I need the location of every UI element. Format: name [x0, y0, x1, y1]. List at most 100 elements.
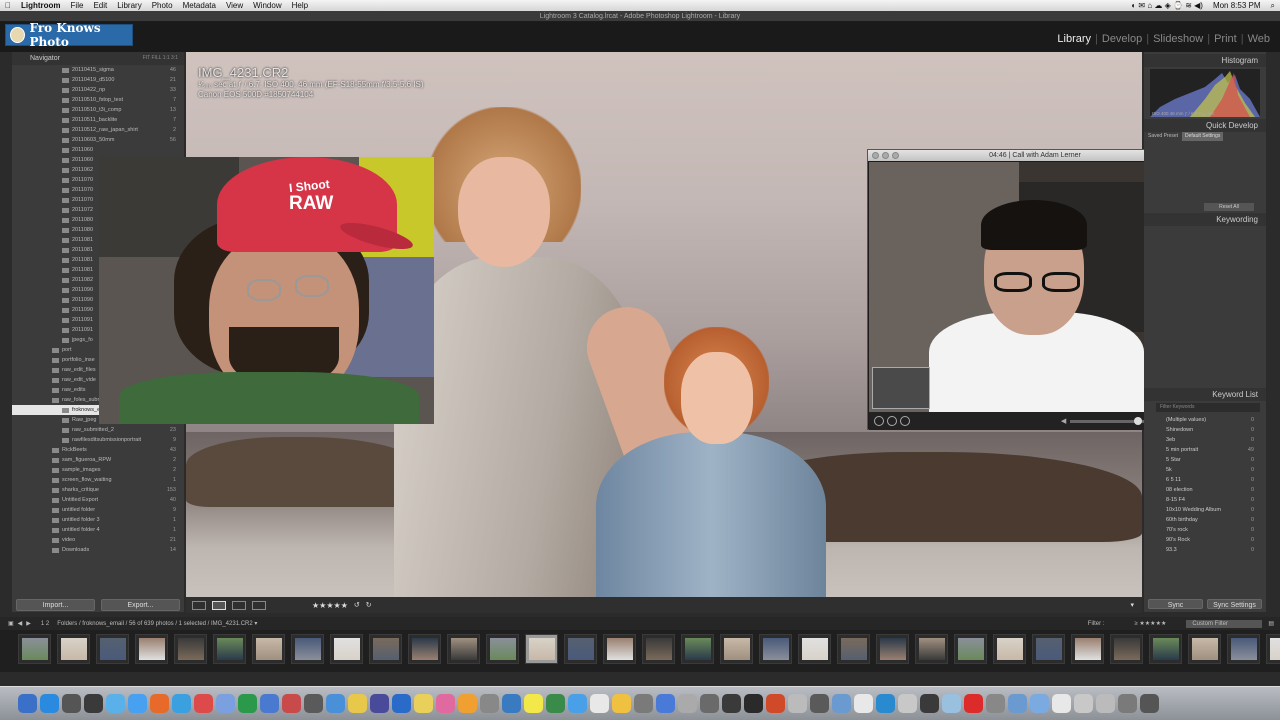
dock-app-icon[interactable]	[678, 694, 697, 713]
keyword-item[interactable]: 08 election 0	[1144, 485, 1266, 495]
folder-item[interactable]: sharks_critique 153	[12, 485, 184, 495]
folder-item[interactable]: 20110510_t3i_comp 13	[12, 105, 184, 115]
folder-item[interactable]: raw_submitted_2 23	[12, 425, 184, 435]
menu-file[interactable]: File	[66, 1, 89, 10]
module-develop[interactable]: Develop	[1102, 33, 1142, 45]
filmstrip-thumbnail[interactable]	[96, 634, 129, 664]
keyword-item[interactable]: 60th birthday 0	[1144, 515, 1266, 525]
dock-app-icon[interactable]	[920, 694, 939, 713]
back-icon[interactable]: ◀	[18, 620, 23, 627]
import-button[interactable]: Import...	[16, 599, 95, 611]
navigator-zoom-options[interactable]: FIT FILL 1:1 3:1	[143, 52, 184, 65]
filmstrip-thumbnail[interactable]	[408, 634, 441, 664]
rotate-right-icon[interactable]: ↻	[366, 601, 372, 609]
filmstrip-thumbnail[interactable]	[369, 634, 402, 664]
keyword-item[interactable]: 5 min portrait 49	[1144, 445, 1266, 455]
filmstrip-thumbnail[interactable]	[837, 634, 870, 664]
folder-item[interactable]: 20110510_fstop_test 7	[12, 95, 184, 105]
rotate-left-icon[interactable]: ↺	[354, 601, 360, 609]
dock-app-icon[interactable]	[370, 694, 389, 713]
folder-item[interactable]: screen_flow_waiting 1	[12, 475, 184, 485]
filmstrip-thumbnail[interactable]	[876, 634, 909, 664]
video-toggle-icon[interactable]	[900, 416, 910, 426]
dock-app-icon[interactable]	[898, 694, 917, 713]
filmstrip-thumbnail[interactable]	[1032, 634, 1065, 664]
dock-app-icon[interactable]	[106, 694, 125, 713]
menubar-clock[interactable]: Mon 8:53 PM	[1208, 1, 1266, 10]
keyword-list-header[interactable]: Keyword List	[1144, 388, 1266, 401]
dock-app-icon[interactable]	[172, 694, 191, 713]
dock-app-icon[interactable]	[612, 694, 631, 713]
menu-photo[interactable]: Photo	[147, 1, 178, 10]
forward-icon[interactable]: ▶	[26, 620, 31, 627]
filmstrip-thumbnail[interactable]	[57, 634, 90, 664]
loupe-view-icon[interactable]	[212, 600, 226, 610]
keyword-item[interactable]: 8-15 F4 0	[1144, 495, 1266, 505]
survey-view-icon[interactable]	[252, 600, 266, 610]
dock-app-icon[interactable]	[194, 694, 213, 713]
module-library[interactable]: Library	[1057, 33, 1091, 45]
module-print[interactable]: Print	[1214, 33, 1237, 45]
module-web[interactable]: Web	[1248, 33, 1270, 45]
dock-app-icon[interactable]	[1074, 694, 1093, 713]
keyword-item[interactable]: Shinedown 0	[1144, 425, 1266, 435]
dock-app-icon[interactable]	[1140, 694, 1159, 713]
dock-app-icon[interactable]	[40, 694, 59, 713]
menu-library[interactable]: Library	[112, 1, 146, 10]
dock-app-icon[interactable]	[216, 694, 235, 713]
app-menu[interactable]: Lightroom	[16, 1, 66, 10]
menu-view[interactable]: View	[221, 1, 248, 10]
folder-item[interactable]: 20110603_50mm 56	[12, 135, 184, 145]
filmstrip-thumbnail[interactable]	[954, 634, 987, 664]
dock-app-icon[interactable]	[700, 694, 719, 713]
identity-plate[interactable]: Fro Knows Photo	[5, 21, 133, 49]
folder-item[interactable]: 20110512_raw_japan_shirt 2	[12, 125, 184, 135]
folder-item[interactable]: video 21	[12, 535, 184, 545]
filmstrip-thumbnail[interactable]	[1071, 634, 1104, 664]
folder-item[interactable]: untitled folder 3 1	[12, 515, 184, 525]
dock-app-icon[interactable]	[810, 694, 829, 713]
toolbar-menu-icon[interactable]: ▾	[1130, 601, 1134, 609]
compare-view-icon[interactable]	[232, 600, 246, 610]
dock-app-icon[interactable]	[854, 694, 873, 713]
folder-item[interactable]: 20110419_d5100 21	[12, 75, 184, 85]
filmstrip-thumbnail[interactable]	[1266, 634, 1280, 664]
apple-menu-icon[interactable]: 	[0, 1, 16, 10]
dock-app-icon[interactable]	[238, 694, 257, 713]
dock-app-icon[interactable]	[832, 694, 851, 713]
dock-app-icon[interactable]	[986, 694, 1005, 713]
filmstrip-thumbnail[interactable]	[447, 634, 480, 664]
filmstrip-thumbnail[interactable]	[135, 634, 168, 664]
dock-app-icon[interactable]	[524, 694, 543, 713]
rating-stars[interactable]: ★★★★★	[312, 601, 348, 610]
keyword-item[interactable]: 10x10 Wedding Album 0	[1144, 505, 1266, 515]
close-icon[interactable]	[872, 152, 879, 159]
folder-item[interactable]: Downloads 14	[12, 545, 184, 555]
dock-app-icon[interactable]	[436, 694, 455, 713]
dock-app-icon[interactable]	[1052, 694, 1071, 713]
module-slideshow[interactable]: Slideshow	[1153, 33, 1203, 45]
filmstrip-thumbnail[interactable]	[993, 634, 1026, 664]
folder-item[interactable]: untitled folder 4 1	[12, 525, 184, 535]
filmstrip-thumbnail[interactable]	[174, 634, 207, 664]
dock-app-icon[interactable]	[1008, 694, 1027, 713]
filmstrip-thumbnail[interactable]	[642, 634, 675, 664]
sync-settings-button[interactable]: Sync Settings	[1207, 599, 1262, 609]
filmstrip-thumbnail[interactable]	[330, 634, 363, 664]
menu-window[interactable]: Window	[248, 1, 286, 10]
mute-icon[interactable]	[887, 416, 897, 426]
filmstrip-thumbnail[interactable]	[1188, 634, 1221, 664]
filmstrip-thumbnail[interactable]	[486, 634, 519, 664]
dock-app-icon[interactable]	[568, 694, 587, 713]
dock-app-icon[interactable]	[150, 694, 169, 713]
zoom-icon[interactable]	[892, 152, 899, 159]
filmstrip-thumbnail[interactable]	[213, 634, 246, 664]
saved-preset-select[interactable]: Default Settings	[1182, 132, 1224, 141]
filmstrip-thumbnail[interactable]	[564, 634, 597, 664]
dock-app-icon[interactable]	[964, 694, 983, 713]
dock-app-icon[interactable]	[392, 694, 411, 713]
navigator-header[interactable]: Navigator FIT FILL 1:1 3:1	[12, 52, 184, 65]
dock-app-icon[interactable]	[414, 694, 433, 713]
keyword-item[interactable]: 70's rock 0	[1144, 525, 1266, 535]
folder-item[interactable]: sample_images 2	[12, 465, 184, 475]
